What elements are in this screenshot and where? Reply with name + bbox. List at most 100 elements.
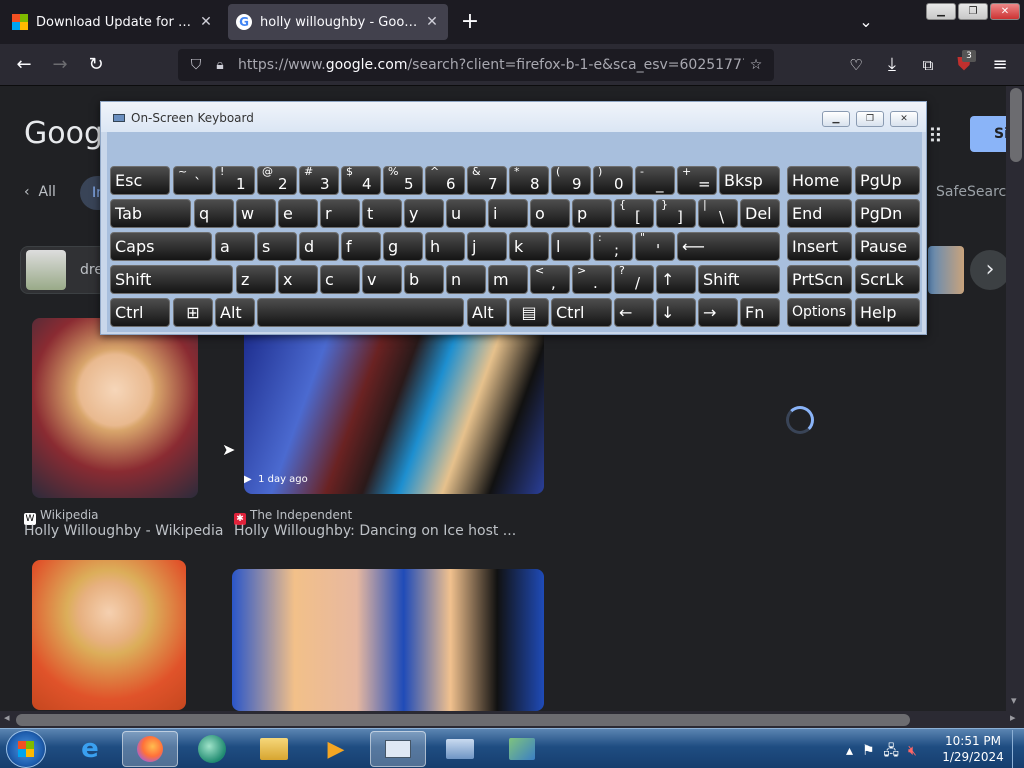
key-w[interactable]: w — [236, 199, 276, 228]
key-options[interactable]: Options — [787, 298, 852, 327]
key-pgdn[interactable]: PgDn — [855, 199, 920, 228]
key-2[interactable]: @2 — [257, 166, 297, 195]
key-tilde[interactable]: ~ ` — [173, 166, 213, 195]
key-3[interactable]: #3 — [299, 166, 339, 195]
image-result-thumbnail[interactable] — [32, 560, 186, 710]
key-pause[interactable]: Pause — [855, 232, 920, 261]
key-c[interactable]: c — [320, 265, 360, 294]
key-8[interactable]: * 8 — [509, 166, 549, 195]
shield-icon[interactable]: ⛉ — [184, 57, 208, 73]
key-fn[interactable]: Fn — [740, 298, 780, 327]
taskbar-clock[interactable]: 10:51 PM 1/29/2024 — [940, 733, 1006, 765]
result-source[interactable]: W Wikipedia — [24, 504, 99, 525]
on-screen-keyboard-taskbar-icon[interactable] — [370, 731, 426, 767]
key-end[interactable]: End — [787, 199, 852, 228]
key-i[interactable]: i — [488, 199, 528, 228]
key-y[interactable]: y — [404, 199, 444, 228]
url-bar[interactable]: ⛉ 🔒︎ https://www.google.com/search?clien… — [178, 49, 774, 81]
window-restore-button[interactable]: ❐ — [958, 3, 988, 20]
key-v[interactable]: v — [362, 265, 402, 294]
result-title[interactable]: Holly Willoughby - Wikipedia — [24, 523, 223, 539]
key-backslash[interactable]: | \ — [698, 199, 738, 228]
internet-explorer-icon[interactable]: e — [62, 731, 118, 767]
key-scrlk[interactable]: ScrLk — [855, 265, 920, 294]
key-del[interactable]: Del — [740, 199, 780, 228]
key-1[interactable]: ! 1 — [215, 166, 255, 195]
key-o[interactable]: o — [530, 199, 570, 228]
key-semicolon[interactable]: :; — [593, 232, 633, 261]
result-source[interactable]: ✱ The Independent — [234, 504, 352, 525]
menu-hamburger-icon[interactable]: ≡ — [986, 52, 1014, 78]
scroll-down-arrow-icon[interactable]: ▾ — [1011, 694, 1017, 707]
key-shift-left[interactable]: Shift — [110, 265, 233, 294]
key-enter[interactable]: ⟵ — [677, 232, 780, 261]
close-tab-icon[interactable]: ✕ — [198, 14, 214, 30]
bookmark-star-icon[interactable]: ☆ — [744, 57, 768, 73]
key-right-bracket[interactable]: }] — [656, 199, 696, 228]
key-down-arrow[interactable]: ↓ — [656, 298, 696, 327]
key-help[interactable]: Help — [855, 298, 920, 327]
url-text[interactable]: https://www.google.com/search?client=fir… — [238, 57, 744, 73]
key-5[interactable]: % 5 — [383, 166, 423, 195]
window-minimize-button[interactable]: ▁ — [926, 3, 956, 20]
key-prtscn[interactable]: PrtScn — [787, 265, 852, 294]
key-tab[interactable]: Tab — [110, 199, 191, 228]
file-explorer-icon[interactable] — [246, 731, 302, 767]
key-u[interactable]: u — [446, 199, 486, 228]
window-close-button[interactable]: ✕ — [990, 3, 1020, 20]
key-left-arrow[interactable]: ← — [614, 298, 654, 327]
list-all-tabs-icon[interactable]: ⌄ — [852, 8, 880, 36]
key-n[interactable]: n — [446, 265, 486, 294]
key-home[interactable]: Home — [787, 166, 852, 195]
key-t[interactable]: t — [362, 199, 402, 228]
key-alt-right[interactable]: Alt — [467, 298, 507, 327]
key-f[interactable]: f — [341, 232, 381, 261]
key-b[interactable]: b — [404, 265, 444, 294]
image-result-thumbnail[interactable] — [244, 318, 544, 494]
key-e[interactable]: e — [278, 199, 318, 228]
key-z[interactable]: z — [236, 265, 276, 294]
download-icon[interactable]: ⤓ — [878, 52, 906, 78]
volume-muted-icon[interactable]: 🔇︎ — [908, 743, 917, 759]
key-quote[interactable]: " ' — [635, 232, 675, 261]
key-s[interactable]: s — [257, 232, 297, 261]
show-hidden-icons-icon[interactable]: ▴ — [846, 743, 853, 759]
key-shift-right[interactable]: Shift — [698, 265, 780, 294]
apps-grid-icon[interactable]: ⠿ — [928, 124, 943, 148]
tab-download-update[interactable]: Download Update for Windows ✕ — [4, 4, 222, 40]
key-4[interactable]: $4 — [341, 166, 381, 195]
key-right-arrow[interactable]: → — [698, 298, 738, 327]
key-r[interactable]: r — [320, 199, 360, 228]
firefox-icon[interactable] — [122, 731, 178, 767]
scroll-right-arrow-icon[interactable]: › — [970, 250, 1006, 290]
pocket-icon[interactable]: ♡ — [842, 52, 870, 78]
key-6[interactable]: ^ 6 — [425, 166, 465, 195]
key-x[interactable]: x — [278, 265, 318, 294]
key-ctrl-left[interactable]: Ctrl — [110, 298, 170, 327]
start-button[interactable] — [6, 730, 46, 768]
horizontal-scrollbar-thumb[interactable] — [16, 714, 910, 726]
key-m[interactable]: m — [488, 265, 528, 294]
key-0[interactable]: ) 0 — [593, 166, 633, 195]
key-d[interactable]: d — [299, 232, 339, 261]
key-slash[interactable]: ? / — [614, 265, 654, 294]
media-player-icon[interactable]: ▶ — [308, 731, 364, 767]
tab-google-search[interactable]: G holly willoughby - Google Search ✕ — [228, 4, 448, 40]
osk-close-button[interactable]: ✕ — [890, 111, 918, 127]
key-pgup[interactable]: PgUp — [855, 166, 920, 195]
key-windows[interactable]: ⊞ — [173, 298, 213, 327]
key-a[interactable]: a — [215, 232, 255, 261]
key-p[interactable]: p — [572, 199, 612, 228]
sign-in-button[interactable]: Si — [970, 116, 1006, 152]
key-alt-left[interactable]: Alt — [215, 298, 255, 327]
key-9[interactable]: (9 — [551, 166, 591, 195]
image-result-thumbnail[interactable] — [232, 569, 544, 711]
key-period[interactable]: >. — [572, 265, 612, 294]
keyboard-app-icon[interactable] — [432, 731, 488, 767]
osk-minimize-button[interactable]: ▁ — [822, 111, 850, 127]
key-l[interactable]: l — [551, 232, 591, 261]
extensions-icon[interactable]: ⧉ — [914, 52, 942, 78]
key-caps[interactable]: Caps — [110, 232, 212, 261]
key-j[interactable]: j — [467, 232, 507, 261]
key-k[interactable]: k — [509, 232, 549, 261]
